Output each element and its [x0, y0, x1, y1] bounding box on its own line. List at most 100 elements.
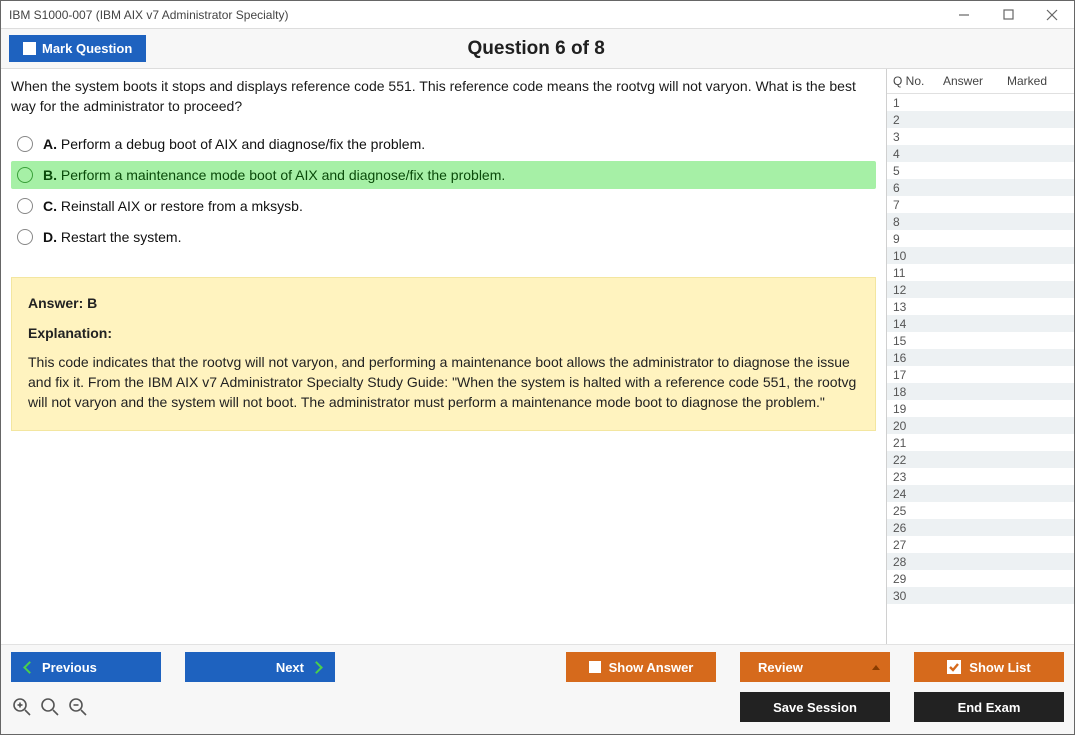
- question-list-row[interactable]: 16: [887, 349, 1074, 366]
- question-list-number: 16: [893, 351, 941, 365]
- option-text: Perform a debug boot of AIX and diagnose…: [61, 136, 425, 152]
- zoom-in-icon: [40, 697, 60, 717]
- header-qno: Q No.: [893, 74, 943, 88]
- review-dropdown[interactable]: Review: [740, 652, 890, 682]
- option-row-D[interactable]: D. Restart the system.: [11, 223, 876, 251]
- question-list-number: 15: [893, 334, 941, 348]
- zoom-reset-button[interactable]: [11, 696, 33, 718]
- answer-heading: Answer: B: [28, 294, 859, 314]
- previous-label: Previous: [42, 660, 97, 675]
- zoom-out-icon: [68, 697, 88, 717]
- question-list-row[interactable]: 29: [887, 570, 1074, 587]
- question-list-row[interactable]: 23: [887, 468, 1074, 485]
- question-list-number: 30: [893, 589, 941, 603]
- question-list-number: 5: [893, 164, 941, 178]
- save-session-label: Save Session: [773, 700, 857, 715]
- question-list-number: 6: [893, 181, 941, 195]
- question-list-number: 11: [893, 266, 941, 280]
- option-letter: A.: [43, 136, 61, 152]
- question-list-body[interactable]: 1234567891011121314151617181920212223242…: [887, 94, 1074, 644]
- chevron-right-icon: [310, 661, 323, 674]
- question-list-row[interactable]: 3: [887, 128, 1074, 145]
- question-list-row[interactable]: 6: [887, 179, 1074, 196]
- minimize-button[interactable]: [942, 1, 986, 29]
- question-list-number: 24: [893, 487, 941, 501]
- question-list-row[interactable]: 12: [887, 281, 1074, 298]
- zoom-out-button[interactable]: [67, 696, 89, 718]
- question-list-row[interactable]: 7: [887, 196, 1074, 213]
- question-list-number: 19: [893, 402, 941, 416]
- close-button[interactable]: [1030, 1, 1074, 29]
- question-list-number: 9: [893, 232, 941, 246]
- window-titlebar: IBM S1000-007 (IBM AIX v7 Administrator …: [1, 1, 1074, 29]
- next-label: Next: [276, 660, 304, 675]
- option-letter: C.: [43, 198, 61, 214]
- radio-icon: [17, 167, 33, 183]
- previous-button[interactable]: Previous: [11, 652, 161, 682]
- save-session-button[interactable]: Save Session: [740, 692, 890, 722]
- question-list-row[interactable]: 1: [887, 94, 1074, 111]
- question-list-row[interactable]: 5: [887, 162, 1074, 179]
- question-list-row[interactable]: 27: [887, 536, 1074, 553]
- radio-icon: [17, 198, 33, 214]
- question-list-row[interactable]: 18: [887, 383, 1074, 400]
- question-list-row[interactable]: 4: [887, 145, 1074, 162]
- square-icon: [589, 661, 601, 673]
- option-label: B. Perform a maintenance mode boot of AI…: [43, 167, 505, 183]
- question-list-row[interactable]: 26: [887, 519, 1074, 536]
- chevron-left-icon: [23, 661, 36, 674]
- option-label: D. Restart the system.: [43, 229, 181, 245]
- question-list-row[interactable]: 20: [887, 417, 1074, 434]
- question-list-row[interactable]: 24: [887, 485, 1074, 502]
- end-exam-button[interactable]: End Exam: [914, 692, 1064, 722]
- question-list-row[interactable]: 10: [887, 247, 1074, 264]
- option-row-C[interactable]: C. Reinstall AIX or restore from a mksys…: [11, 192, 876, 220]
- zoom-in-button[interactable]: [39, 696, 61, 718]
- question-list-row[interactable]: 19: [887, 400, 1074, 417]
- question-list-header: Q No. Answer Marked: [887, 69, 1074, 94]
- question-list-row[interactable]: 30: [887, 587, 1074, 604]
- caret-up-icon: [872, 665, 880, 670]
- question-list-row[interactable]: 11: [887, 264, 1074, 281]
- question-list-number: 3: [893, 130, 941, 144]
- explanation-body: This code indicates that the rootvg will…: [28, 353, 859, 412]
- footer-row-2: Save Session End Exam: [1, 688, 1074, 734]
- maximize-button[interactable]: [986, 1, 1030, 29]
- question-list-row[interactable]: 15: [887, 332, 1074, 349]
- question-list-row[interactable]: 8: [887, 213, 1074, 230]
- end-exam-label: End Exam: [958, 700, 1021, 715]
- question-list-row[interactable]: 25: [887, 502, 1074, 519]
- question-list-number: 27: [893, 538, 941, 552]
- review-label: Review: [758, 660, 803, 675]
- option-row-A[interactable]: A. Perform a debug boot of AIX and diagn…: [11, 130, 876, 158]
- question-list-row[interactable]: 28: [887, 553, 1074, 570]
- next-button[interactable]: Next: [185, 652, 335, 682]
- maximize-icon: [1003, 9, 1014, 20]
- question-list-number: 21: [893, 436, 941, 450]
- question-list-row[interactable]: 13: [887, 298, 1074, 315]
- header-answer: Answer: [943, 74, 1005, 88]
- question-list-row[interactable]: 14: [887, 315, 1074, 332]
- radio-icon: [17, 229, 33, 245]
- option-text: Perform a maintenance mode boot of AIX a…: [61, 167, 505, 183]
- question-list-row[interactable]: 21: [887, 434, 1074, 451]
- option-row-B[interactable]: B. Perform a maintenance mode boot of AI…: [11, 161, 876, 189]
- show-answer-button[interactable]: Show Answer: [566, 652, 716, 682]
- question-list-number: 2: [893, 113, 941, 127]
- question-list-row[interactable]: 17: [887, 366, 1074, 383]
- header-marked: Marked: [1005, 74, 1068, 88]
- option-text: Reinstall AIX or restore from a mksysb.: [61, 198, 303, 214]
- option-label: A. Perform a debug boot of AIX and diagn…: [43, 136, 425, 152]
- question-list-number: 12: [893, 283, 941, 297]
- question-list-number: 7: [893, 198, 941, 212]
- question-list-row[interactable]: 9: [887, 230, 1074, 247]
- question-list-number: 8: [893, 215, 941, 229]
- question-list-row[interactable]: 2: [887, 111, 1074, 128]
- checked-box-icon: [947, 660, 961, 674]
- question-list-number: 25: [893, 504, 941, 518]
- question-list-number: 18: [893, 385, 941, 399]
- question-list-row[interactable]: 22: [887, 451, 1074, 468]
- show-list-button[interactable]: Show List: [914, 652, 1064, 682]
- footer-row-1: Previous Next Show Answer Review Show Li…: [1, 644, 1074, 688]
- question-list-number: 29: [893, 572, 941, 586]
